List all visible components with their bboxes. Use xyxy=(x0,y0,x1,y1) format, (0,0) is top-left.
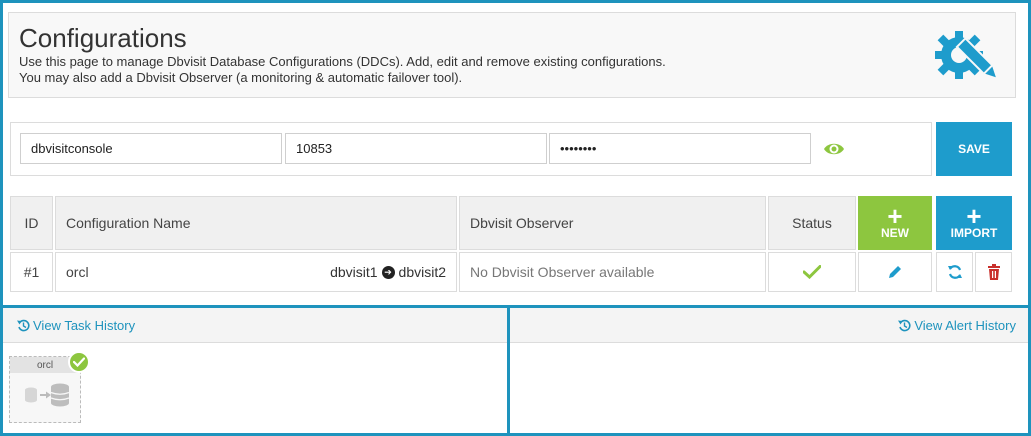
database-transfer-icon xyxy=(25,383,70,407)
username-field[interactable] xyxy=(20,133,282,164)
import-configuration-button[interactable]: + IMPORT xyxy=(936,196,1012,250)
page-title: Configurations xyxy=(19,23,187,53)
save-button[interactable]: SAVE xyxy=(936,122,1012,176)
plus-icon: + xyxy=(966,201,982,231)
alert-history-header: View Alert History xyxy=(510,308,1028,343)
new-configuration-button[interactable]: + NEW xyxy=(858,196,932,250)
page-description: Use this page to manage Dbvisit Database… xyxy=(19,54,666,86)
alert-history-panel: View Alert History xyxy=(510,305,1031,436)
view-alert-history-label: View Alert History xyxy=(914,317,1016,333)
password-field[interactable] xyxy=(549,133,811,164)
page-header: Configurations Use this page to manage D… xyxy=(8,12,1016,98)
port-field[interactable] xyxy=(285,133,547,164)
import-button-label: IMPORT xyxy=(950,226,998,240)
history-icon xyxy=(898,319,911,331)
new-button-label: NEW xyxy=(881,226,909,240)
host-pair: dbvisit1 ➔ dbvisit2 xyxy=(330,264,446,280)
task-history-panel: View Task History orcl xyxy=(0,305,510,436)
refresh-configuration-button[interactable] xyxy=(936,252,973,292)
column-header-status: Status xyxy=(768,196,856,250)
window-frame-top xyxy=(0,0,1031,3)
pencil-icon xyxy=(889,266,901,278)
column-header-id: ID xyxy=(10,196,53,250)
gear-pencil-icon xyxy=(935,31,997,79)
description-line-2: You may also add a Dbvisit Observer (a m… xyxy=(19,70,463,85)
check-icon xyxy=(73,357,85,367)
trash-icon xyxy=(987,264,1000,280)
row-observer-cell: No Dbvisit Observer available xyxy=(459,252,766,292)
configuration-ok-badge xyxy=(68,351,90,373)
column-header-observer: Dbvisit Observer xyxy=(459,196,766,250)
row-configuration-name-cell[interactable]: orcl dbvisit1 ➔ dbvisit2 xyxy=(55,252,457,292)
view-task-history-label: View Task History xyxy=(33,317,136,333)
history-icon xyxy=(17,319,30,331)
row-id-cell: #1 xyxy=(10,252,53,292)
task-history-header: View Task History xyxy=(3,308,507,343)
arrow-right-circle-icon: ➔ xyxy=(381,265,395,279)
plus-icon: + xyxy=(887,201,903,231)
status-ok-check-icon xyxy=(803,265,821,279)
show-password-eye-icon[interactable] xyxy=(823,140,845,158)
primary-host: dbvisit1 xyxy=(330,264,378,280)
standby-host: dbvisit2 xyxy=(398,264,446,280)
window-frame-left xyxy=(0,0,3,436)
edit-configuration-button[interactable] xyxy=(858,252,932,292)
refresh-icon xyxy=(947,265,962,279)
delete-configuration-button[interactable] xyxy=(975,252,1012,292)
description-line-1: Use this page to manage Dbvisit Database… xyxy=(19,54,666,69)
row-status-cell xyxy=(768,252,856,292)
column-header-configuration-name: Configuration Name xyxy=(55,196,457,250)
view-task-history-link[interactable]: View Task History xyxy=(17,318,135,333)
view-alert-history-link[interactable]: View Alert History xyxy=(898,318,1016,333)
console-credentials-panel xyxy=(10,122,932,176)
configuration-name: orcl xyxy=(66,264,89,280)
